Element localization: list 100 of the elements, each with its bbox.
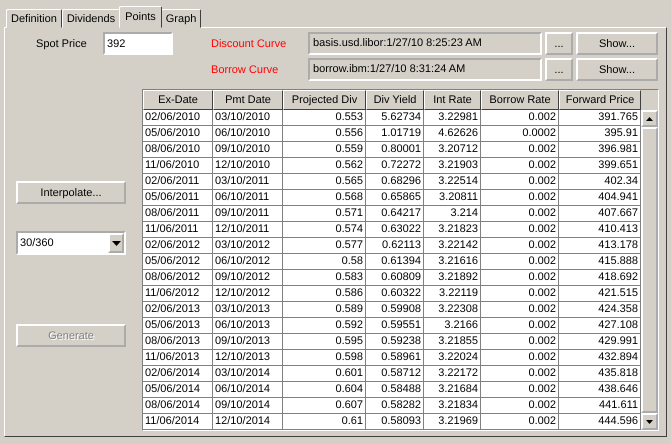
browse-button[interactable]: ... <box>545 32 573 55</box>
table-cell: 12/10/2011 <box>213 222 283 238</box>
column-header[interactable]: Div Yield <box>366 90 424 110</box>
table-cell: 0.568 <box>283 190 366 206</box>
table-cell: 3.21834 <box>424 398 481 414</box>
table-cell: 03/10/2011 <box>213 174 283 190</box>
table-cell: 05/06/2012 <box>143 254 213 270</box>
spot-price-label: Spot Price <box>36 38 88 50</box>
table-cell: 0.002 <box>481 206 559 222</box>
column-header[interactable]: Pmt Date <box>213 90 283 110</box>
table-cell: 0.61 <box>283 414 366 430</box>
up-arrow-icon <box>646 116 653 120</box>
table-cell: 02/06/2013 <box>143 302 213 318</box>
interpolate-button[interactable]: Interpolate... <box>16 181 126 204</box>
table-cell: 3.21823 <box>424 222 481 238</box>
table-cell: 424.358 <box>559 302 641 318</box>
tab[interactable]: Definition <box>6 9 62 28</box>
table-cell: 11/06/2010 <box>143 158 213 174</box>
table-cell: 0.002 <box>481 398 559 414</box>
table-cell: 395.91 <box>559 126 641 142</box>
table-cell: 09/10/2014 <box>213 398 283 414</box>
scroll-up-button[interactable] <box>641 110 658 127</box>
column-header[interactable]: Int Rate <box>424 90 481 110</box>
table-cell: 0.002 <box>481 254 559 270</box>
table-cell: 3.22308 <box>424 302 481 318</box>
table-cell: 3.22119 <box>424 286 481 302</box>
table-cell: 0.59551 <box>366 318 424 334</box>
table-cell: 427.108 <box>559 318 641 334</box>
table-cell: 438.646 <box>559 382 641 398</box>
table-cell: 3.20811 <box>424 190 481 206</box>
table-cell: 0.58 <box>283 254 366 270</box>
table-cell: 09/10/2011 <box>213 206 283 222</box>
table-cell: 0.562 <box>283 158 366 174</box>
curve-field[interactable]: basis.usd.libor:1/27/10 8:25:23 AM <box>308 32 542 55</box>
table-cell: 391.765 <box>559 110 641 126</box>
table-cell: 02/06/2010 <box>143 110 213 126</box>
table-cell: 0.60809 <box>366 270 424 286</box>
table-cell: 3.2166 <box>424 318 481 334</box>
table-cell: 0.583 <box>283 270 366 286</box>
table-cell: 0.58093 <box>366 414 424 430</box>
table-cell: 0.63022 <box>366 222 424 238</box>
table-cell: 0.62113 <box>366 238 424 254</box>
curve-field[interactable]: borrow.ibm:1/27/10 8:31:24 AM <box>308 58 542 81</box>
table-cell: 08/06/2012 <box>143 270 213 286</box>
scroll-down-button[interactable] <box>641 413 658 430</box>
table-cell: 0.60322 <box>366 286 424 302</box>
table-cell: 11/06/2012 <box>143 286 213 302</box>
column-header[interactable]: Borrow Rate <box>481 90 559 110</box>
day-count-dropdown[interactable]: 30/360 <box>16 231 126 255</box>
spot-price-field[interactable]: 392 <box>103 32 173 55</box>
table-cell: 0.604 <box>283 382 366 398</box>
tab[interactable]: Graph <box>160 9 202 28</box>
table-cell: 0.607 <box>283 398 366 414</box>
show-button[interactable]: Show... <box>576 58 658 81</box>
table-cell: 0.002 <box>481 190 559 206</box>
table-cell: 3.22142 <box>424 238 481 254</box>
column-header[interactable]: Projected Div <box>283 90 366 110</box>
curve-label: Borrow Curve <box>211 64 280 76</box>
table-cell: 421.515 <box>559 286 641 302</box>
column-header[interactable]: Ex-Date <box>143 90 213 110</box>
table-cell: 0.58488 <box>366 382 424 398</box>
table-cell: 12/10/2014 <box>213 414 283 430</box>
table-cell: 0.002 <box>481 222 559 238</box>
table-cell: 0.598 <box>283 350 366 366</box>
table-cell: 402.34 <box>559 174 641 190</box>
table-cell: 08/06/2010 <box>143 142 213 158</box>
table-cell: 06/10/2011 <box>213 190 283 206</box>
table-cell: 0.58712 <box>366 366 424 382</box>
show-button[interactable]: Show... <box>576 32 658 55</box>
table-cell: 05/06/2013 <box>143 318 213 334</box>
table-cell: 03/10/2013 <box>213 302 283 318</box>
table-cell: 396.981 <box>559 142 641 158</box>
table-cell: 11/06/2014 <box>143 414 213 430</box>
table-cell: 0.65865 <box>366 190 424 206</box>
table-cell: 3.214 <box>424 206 481 222</box>
table-cell: 0.59908 <box>366 302 424 318</box>
table-cell: 0.80001 <box>366 142 424 158</box>
table-cell: 0.002 <box>481 158 559 174</box>
browse-button[interactable]: ... <box>545 58 573 81</box>
table-cell: 413.178 <box>559 238 641 254</box>
table-cell: 03/10/2014 <box>213 366 283 382</box>
table-cell: 03/10/2012 <box>213 238 283 254</box>
table-cell: 399.651 <box>559 158 641 174</box>
column-header[interactable]: Forward Price <box>559 90 641 110</box>
table-cell: 0.556 <box>283 126 366 142</box>
table-cell: 0.559 <box>283 142 366 158</box>
table-cell: 0.002 <box>481 174 559 190</box>
tab[interactable]: Dividends <box>62 9 120 28</box>
table-cell: 0.59238 <box>366 334 424 350</box>
table-cell: 3.22172 <box>424 366 481 382</box>
table-cell: 3.22024 <box>424 350 481 366</box>
table-cell: 12/10/2013 <box>213 350 283 366</box>
tab[interactable]: Points <box>119 6 162 28</box>
table-cell: 0.592 <box>283 318 366 334</box>
table-cell: 415.888 <box>559 254 641 270</box>
table-cell: 0.571 <box>283 206 366 222</box>
table-cell: 0.601 <box>283 366 366 382</box>
table-cell: 404.941 <box>559 190 641 206</box>
table-cell: 418.692 <box>559 270 641 286</box>
table-cell: 5.62734 <box>366 110 424 126</box>
